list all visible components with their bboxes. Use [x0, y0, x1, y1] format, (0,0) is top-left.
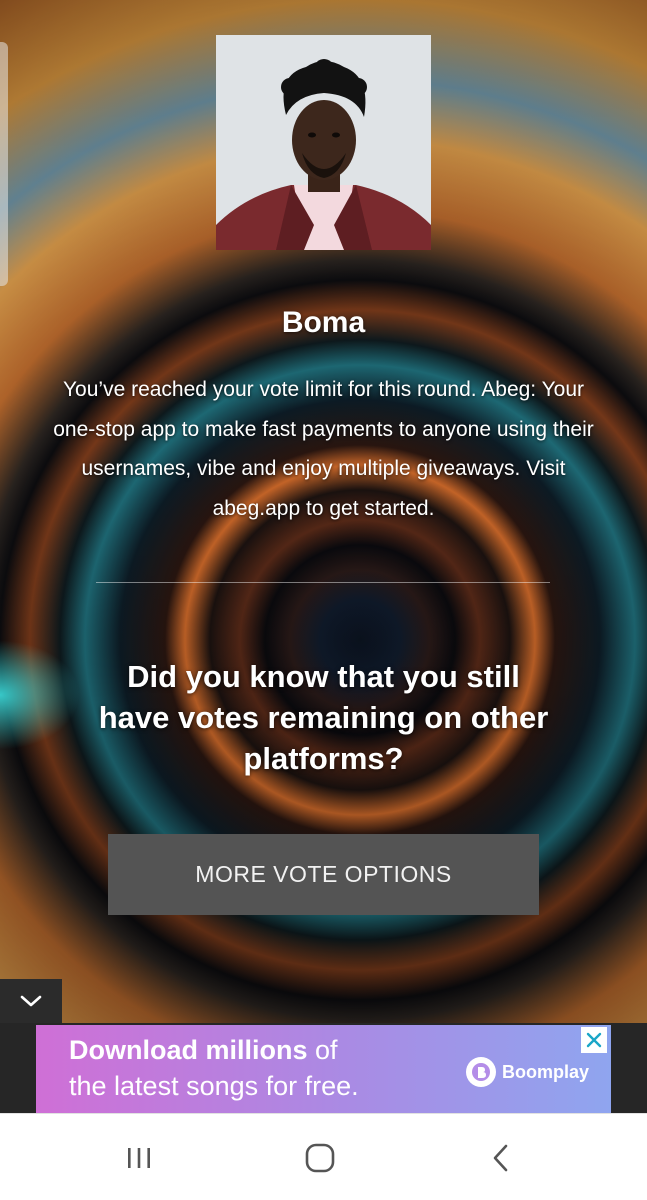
back-button[interactable] [479, 1138, 523, 1178]
contestant-portrait [216, 35, 431, 250]
vote-limit-message: You’ve reached your vote limit for this … [53, 378, 594, 520]
remaining-votes-question: Did you know that you still have votes r… [98, 659, 549, 776]
collapse-ad-button[interactable] [0, 979, 62, 1023]
contestant-photo [216, 35, 431, 250]
ad-brand: Boomplay [466, 1057, 589, 1087]
ad-headline-rest: of [307, 1035, 338, 1065]
vote-screen: Boma You’ve reached your vote limit for … [0, 0, 647, 1200]
lens-flare [0, 640, 80, 750]
ad-headline-strong: Download millions [69, 1035, 308, 1065]
ad-brand-name: Boomplay [502, 1061, 590, 1082]
back-icon [493, 1144, 508, 1172]
ad-close-button[interactable] [581, 1027, 607, 1053]
home-button[interactable] [298, 1138, 342, 1178]
system-navigation-bar [0, 1113, 647, 1200]
section-divider [96, 582, 550, 583]
recent-apps-icon [128, 1148, 150, 1168]
home-icon [305, 1143, 335, 1173]
contestant-name: Boma [281, 306, 366, 339]
boomplay-ad-banner[interactable]: Download millions of the latest songs fo… [36, 1025, 611, 1113]
boomplay-logo-icon [466, 1057, 496, 1087]
recent-apps-button[interactable] [117, 1138, 161, 1178]
chevron-down-icon [20, 995, 42, 1007]
ad-headline: Download millions of [69, 1035, 338, 1066]
close-icon [586, 1032, 602, 1048]
ad-subline: the latest songs for free. [69, 1071, 359, 1101]
left-edge-handle[interactable] [0, 42, 8, 286]
more-vote-options-button[interactable]: MORE VOTE OPTIONS [108, 834, 539, 915]
